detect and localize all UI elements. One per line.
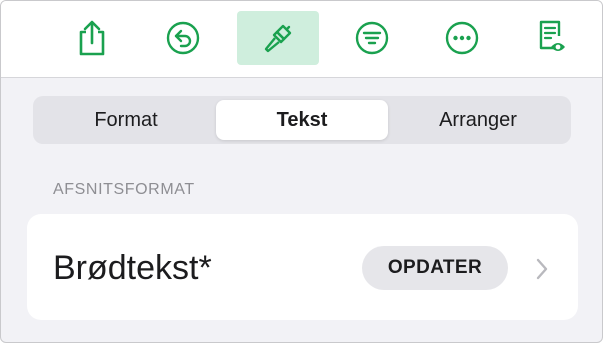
more-button[interactable] [421, 11, 503, 65]
more-icon [445, 21, 479, 55]
tab-format-label: Format [94, 108, 158, 131]
paragraph-style-name: Brødtekst* [53, 249, 212, 287]
tab-arrange-label: Arranger [439, 108, 517, 131]
tab-text-label: Tekst [276, 108, 328, 131]
inspector-tabs: Format Tekst Arranger [33, 96, 571, 144]
share-icon [79, 20, 105, 56]
reader-view-icon [539, 20, 565, 51]
format-button[interactable] [237, 11, 319, 65]
view-options-icon [355, 21, 389, 55]
paragraph-style-header: AFSNITSFORMAT [53, 181, 195, 198]
tab-arrange[interactable]: Arranger [389, 100, 567, 140]
format-inspector: Format Tekst Arranger AFSNITSFORMAT Brød… [0, 0, 603, 343]
update-style-button[interactable]: OPDATER [362, 246, 508, 290]
undo-button[interactable] [142, 11, 224, 65]
share-button[interactable] [51, 11, 133, 65]
paintbrush-icon [264, 24, 292, 53]
view-options-button[interactable] [331, 11, 413, 65]
tab-format[interactable]: Format [37, 100, 215, 140]
paragraph-style-row[interactable]: Brødtekst* OPDATER [27, 214, 578, 320]
reader-view-button[interactable] [511, 11, 593, 65]
chevron-right-icon [536, 258, 548, 280]
undo-icon [166, 21, 200, 55]
tab-text[interactable]: Tekst [216, 100, 388, 140]
toolbar [1, 1, 602, 78]
